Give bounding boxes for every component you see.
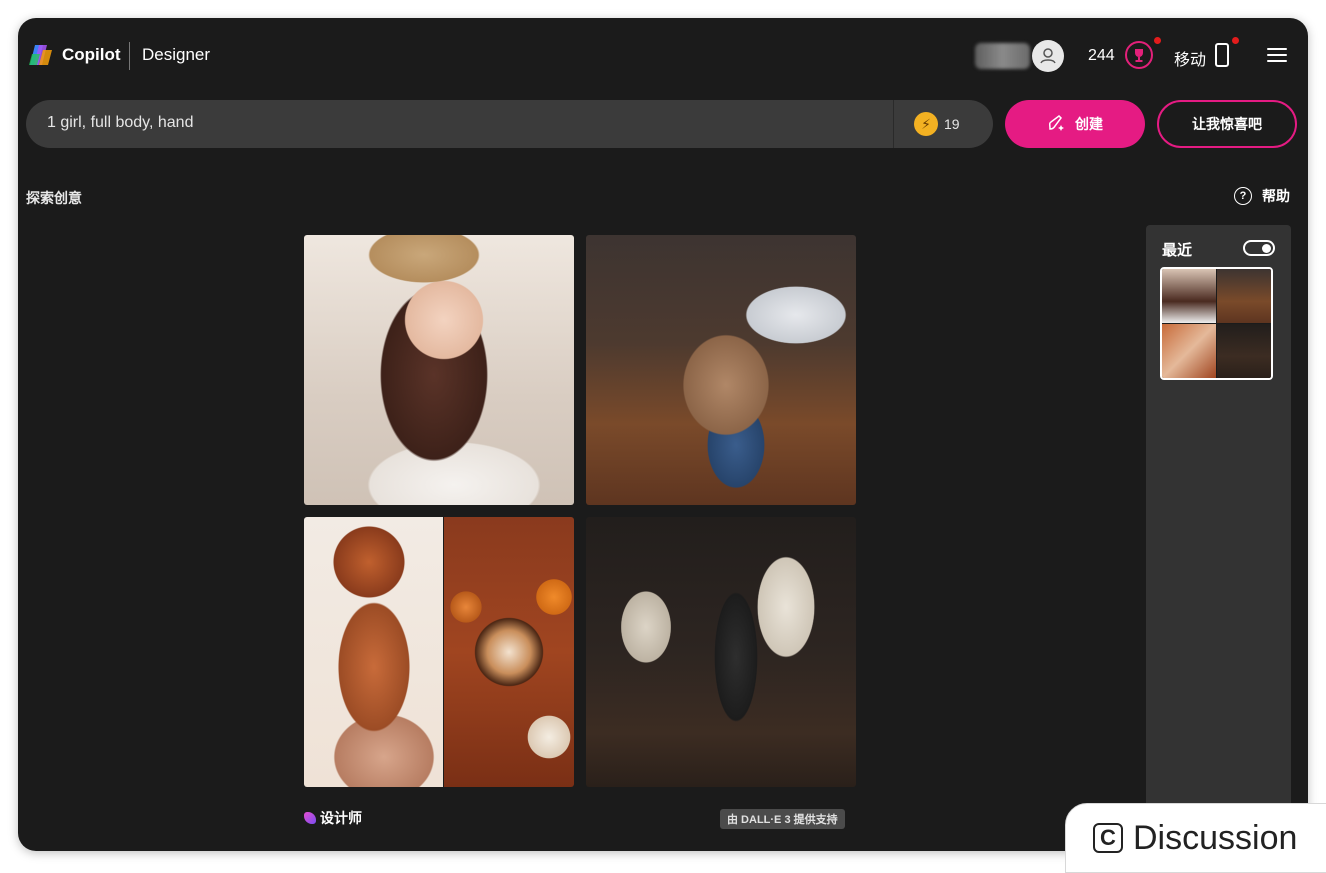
designer-label: 设计师 [320,810,362,826]
recent-thumbnail[interactable] [1160,267,1273,380]
prompt-bar: ⚡ 19 [26,100,993,148]
prompt-input[interactable] [47,114,877,132]
copilot-logo-icon[interactable] [29,44,53,66]
recent-title: 最近 [1162,242,1193,259]
discussion-label: Discussion [1133,818,1298,857]
help-button[interactable]: ? 帮助 [1234,186,1290,206]
explore-ideas-link[interactable]: 探索创意 [26,188,82,208]
hamburger-menu-icon[interactable] [1267,48,1287,63]
recent-toggle[interactable] [1243,240,1275,256]
avatar[interactable] [1032,40,1064,72]
generated-image-1[interactable] [304,235,574,505]
boost-lightning-icon: ⚡ [914,112,938,136]
recent-panel: 最近 [1146,225,1291,851]
app-window: Copilot Designer 244 移动 ⚡ 19 [18,18,1308,851]
designer-logo-icon [304,812,316,824]
discussion-badge[interactable]: C Discussion [1065,803,1326,873]
generated-image-3[interactable] [304,517,574,787]
generated-image-2[interactable] [586,235,856,505]
trophy-notification-dot [1154,37,1161,44]
trophy-icon[interactable] [1125,41,1153,69]
help-question-icon: ? [1234,187,1252,205]
header-divider [129,42,130,70]
create-button-label: 创建 [1075,116,1103,132]
surprise-me-button[interactable]: 让我惊喜吧 [1157,100,1297,148]
help-label: 帮助 [1262,188,1290,204]
designer-credit: 设计师 [304,808,362,828]
prompt-separator [893,100,894,148]
create-button[interactable]: 创建 [1005,100,1145,148]
product-name: Designer [142,45,211,64]
generated-image-4[interactable] [586,517,856,787]
dalle-badge: 由 DALL·E 3 提供支持 [720,809,845,829]
rewards-points[interactable]: 244 [1088,47,1115,65]
surprise-button-label: 让我惊喜吧 [1192,116,1262,132]
brand-name: Copilot [62,45,121,64]
brush-sparkle-icon [1047,114,1065,135]
mobile-label[interactable]: 移动 [1174,46,1206,70]
phone-notification-dot [1232,37,1239,44]
user-name-blurred[interactable] [975,43,1030,69]
user-icon [1040,48,1056,64]
phone-icon[interactable] [1215,43,1229,67]
discussion-c-icon: C [1093,823,1123,853]
boost-count: 19 [944,116,960,132]
